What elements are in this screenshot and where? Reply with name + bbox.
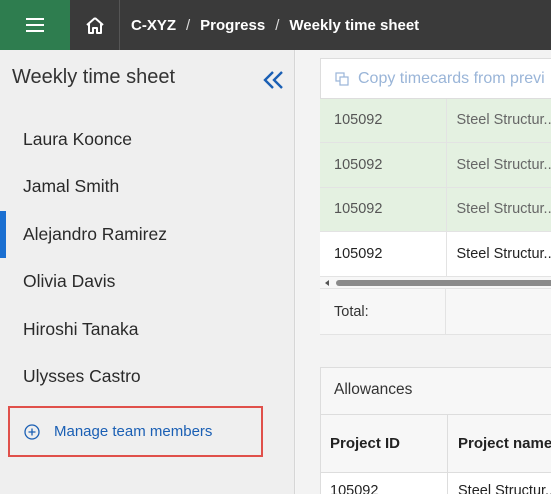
project-id-cell: 105092 xyxy=(320,187,447,232)
breadcrumb-progress[interactable]: Progress xyxy=(200,17,265,34)
project-id-cell: 105092 xyxy=(320,231,447,277)
collapse-sidebar-button[interactable] xyxy=(262,70,286,90)
project-name-cell: Steel Structur... xyxy=(446,98,551,143)
sidebar: Weekly time sheet Laura Koonce Jamal Smi… xyxy=(0,50,295,494)
breadcrumb-project[interactable]: C-XYZ xyxy=(131,17,176,34)
project-id-cell: 105092 xyxy=(320,142,447,188)
team-member-item[interactable]: Olivia Davis xyxy=(0,258,294,305)
total-row: Total: xyxy=(320,289,551,335)
allowances-title: Allowances xyxy=(321,368,551,415)
table-row[interactable]: 105092 Steel Structur... xyxy=(320,98,551,143)
add-circle-icon xyxy=(24,423,40,440)
table-row[interactable]: 105092 Steel Structur... xyxy=(320,187,551,232)
team-member-item[interactable]: Ulysses Castro xyxy=(0,353,294,400)
project-name-cell: Steel Structur... xyxy=(446,187,551,232)
allowances-header-row: Project ID Project name xyxy=(321,415,551,473)
home-icon xyxy=(85,16,104,34)
team-member-item-active[interactable]: Alejandro Ramirez xyxy=(0,210,294,259)
total-label: Total: xyxy=(320,289,446,334)
breadcrumb-current: Weekly time sheet xyxy=(289,16,420,34)
project-id-cell: 105092 xyxy=(321,473,448,494)
project-name-cell: Steel Structur... xyxy=(458,483,551,494)
timecard-table: 105092 Steel Structur... 105092 Steel St… xyxy=(320,98,551,277)
manage-team-members-label: Manage team members xyxy=(54,423,213,440)
table-row[interactable]: 105092 Steel Structur... xyxy=(321,473,551,494)
main-content: 105092 Steel Structur... 105092 Steel St… xyxy=(296,50,551,494)
team-member-item[interactable]: Jamal Smith xyxy=(0,163,294,210)
home-button[interactable] xyxy=(70,0,120,50)
scroll-left-arrow-icon[interactable] xyxy=(325,280,329,286)
manage-team-members-button[interactable]: Manage team members xyxy=(8,406,263,457)
copy-timecards-label: Copy timecards from previ xyxy=(358,69,545,87)
sidebar-title: Weekly time sheet xyxy=(12,66,176,88)
table-row[interactable]: 105092 Steel Structur... xyxy=(320,142,551,188)
copy-timecards-button[interactable]: Copy timecards from previ xyxy=(320,58,551,99)
hamburger-icon xyxy=(26,18,44,32)
project-name-cell: Steel Structur... xyxy=(446,142,551,188)
project-id-header[interactable]: Project ID xyxy=(321,415,448,472)
menu-button[interactable] xyxy=(0,0,70,50)
breadcrumb-separator: / xyxy=(186,16,191,34)
scrollbar-thumb[interactable] xyxy=(336,280,551,286)
allowances-section: Allowances Project ID Project name 10509… xyxy=(320,367,551,494)
breadcrumb-separator: / xyxy=(275,16,280,34)
project-name-header[interactable]: Project name xyxy=(448,415,551,472)
top-bar: C-XYZ / Progress / Weekly time sheet xyxy=(0,0,551,50)
copy-icon xyxy=(335,71,349,86)
table-row[interactable]: 105092 Steel Structur... xyxy=(320,231,551,277)
double-chevron-left-icon xyxy=(263,71,283,89)
breadcrumb: C-XYZ / Progress / Weekly time sheet xyxy=(120,17,419,34)
team-member-item[interactable]: Laura Koonce xyxy=(0,116,294,163)
project-name-cell: Steel Structur... xyxy=(446,231,551,277)
project-id-cell: 105092 xyxy=(320,98,447,143)
horizontal-scrollbar[interactable] xyxy=(320,277,551,289)
team-member-list: Laura Koonce Jamal Smith Alejandro Ramir… xyxy=(0,116,294,400)
team-member-item[interactable]: Hiroshi Tanaka xyxy=(0,306,294,353)
